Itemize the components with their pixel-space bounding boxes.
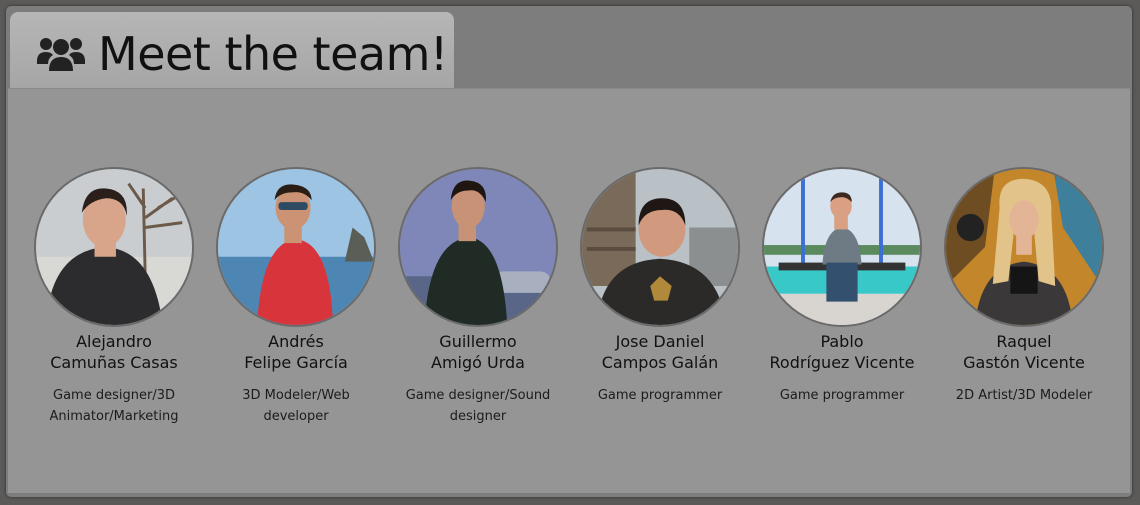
avatar: [216, 167, 376, 327]
member-name: Raquel Gastón Vicente: [963, 332, 1085, 372]
team-member-card[interactable]: Jose Daniel Campos Galán Game programmer: [570, 167, 750, 406]
avatar: [944, 167, 1104, 327]
avatar: [762, 167, 922, 327]
avatar: [580, 167, 740, 327]
member-role: Game programmer: [779, 388, 905, 403]
member-name: Guillermo Amigó Urda: [431, 332, 525, 372]
team-member-card[interactable]: Pablo Rodríguez Vicente Game programmer: [752, 167, 932, 406]
team-member-card[interactable]: Andrés Felipe García 3D Modeler/Web deve…: [206, 167, 386, 427]
member-name: Pablo Rodríguez Vicente: [769, 332, 915, 372]
member-role: 2D Artist/3D Modeler: [955, 388, 1093, 403]
member-name: Alejandro Camuñas Casas: [50, 332, 178, 372]
member-role: Game programmer: [597, 388, 723, 403]
member-role: Game designer/Sound designer: [405, 388, 551, 424]
team-panel: Alejandro Camuñas Casas Game designer/3D…: [8, 88, 1130, 493]
page-title: Meet the team!: [98, 27, 448, 81]
avatar: [398, 167, 558, 327]
team-window: Meet the team! Alejandro Camuñas Casas G…: [6, 6, 1132, 497]
member-name: Andrés Felipe García: [244, 332, 348, 372]
member-role: 3D Modeler/Web developer: [242, 388, 350, 424]
avatar: [34, 167, 194, 327]
team-member-card[interactable]: Alejandro Camuñas Casas Game designer/3D…: [24, 167, 204, 427]
team-member-card[interactable]: Guillermo Amigó Urda Game designer/Sound…: [388, 167, 568, 427]
member-role: Game designer/3D Animator/Marketing: [49, 388, 179, 424]
users-icon: [36, 34, 88, 74]
member-name: Jose Daniel Campos Galán: [601, 332, 719, 372]
team-member-card[interactable]: Raquel Gastón Vicente 2D Artist/3D Model…: [934, 167, 1114, 406]
header-tab: Meet the team!: [10, 12, 454, 96]
